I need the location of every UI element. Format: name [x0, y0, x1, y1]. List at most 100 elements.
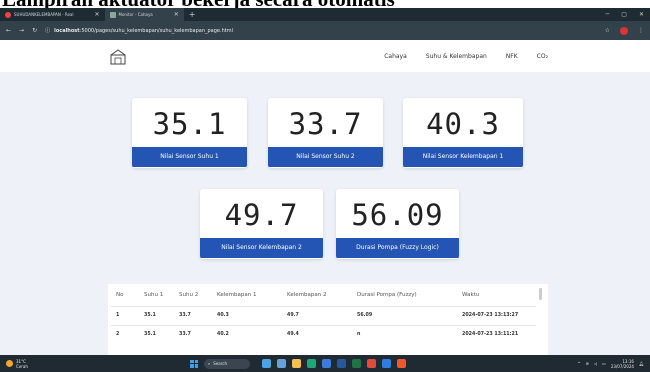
card-label: Nilai Sensor Suhu 2 [268, 147, 383, 167]
vscode-app-icon[interactable] [382, 359, 391, 368]
card-value: 56.09 [351, 198, 444, 232]
widget-app-icon[interactable] [262, 359, 271, 368]
bookmark-star-icon[interactable]: ☆ [605, 27, 610, 34]
search-icon: ⌕ [208, 361, 211, 366]
table-cell: 2024-07-23 13:11:21 [457, 324, 536, 344]
col-header: Kelembapan 1 [217, 291, 257, 298]
new-tab-icon[interactable]: + [184, 10, 201, 19]
table-cell: 40.3 [212, 305, 282, 325]
main-content: 35.1 Nilai Sensor Suhu 1 33.7 Nilai Sens… [0, 73, 650, 355]
table-cell: 40.2 [212, 324, 282, 344]
close-tab-icon[interactable]: ✕ [174, 11, 179, 18]
windows-start-icon[interactable] [190, 359, 198, 368]
excel-app-icon[interactable] [352, 359, 361, 368]
clock-date: 23/07/2024 [610, 363, 634, 369]
pump-duration-card: 56.09 Durasi Pompa (Fuzzy Logic) [336, 189, 459, 259]
site-navbar: Cahaya Suhu & Kelembapan NFK CO₂ [0, 40, 650, 73]
minimize-icon[interactable]: ─ [606, 11, 610, 18]
browser-tab-bar: SUHUDANKELEMBAPAN - Real ✕ Monitor - Cah… [0, 8, 650, 21]
sensor-card-suhu-1: 35.1 Nilai Sensor Suhu 1 [132, 98, 247, 168]
profile-avatar[interactable] [620, 26, 628, 35]
table-cell: 33.7 [174, 305, 212, 325]
forward-icon[interactable]: → [19, 27, 24, 34]
nav-item-nfk[interactable]: NFK [506, 53, 518, 60]
search-placeholder: Search [213, 361, 227, 366]
table-cell: 49.7 [282, 305, 352, 325]
table-cell: 33.7 [174, 324, 212, 344]
clock[interactable]: 13:16 23/07/2024 [611, 359, 634, 369]
card-value: 40.3 [426, 107, 500, 141]
file-explorer-icon[interactable] [292, 359, 301, 368]
nav-item-cahaya[interactable]: Cahaya [384, 53, 407, 60]
close-tab-icon[interactable]: ✕ [94, 11, 99, 18]
sensor-card-kelembapan-2: 49.7 Nilai Sensor Kelembapan 2 [200, 189, 323, 259]
sensor-card-kelembapan-1: 40.3 Nilai Sensor Kelembapan 1 [403, 98, 523, 168]
close-window-icon[interactable]: ✕ [639, 11, 644, 18]
col-header: Suhu 1 [144, 291, 164, 298]
table-cell: 35.1 [139, 305, 174, 325]
weather-widget[interactable]: 31°C Cerah [0, 359, 190, 369]
sun-icon [6, 360, 13, 367]
table-cell: 2024-07-23 13:13:27 [457, 305, 536, 325]
tab-favicon-icon [5, 11, 11, 18]
tab-favicon-icon [109, 11, 116, 18]
table-scrollbar[interactable] [539, 288, 542, 300]
table-cell: 35.1 [139, 324, 174, 344]
document-caption: Lampiran aktuator bekerja secara otomati… [0, 0, 650, 8]
table-cell: 56.09 [352, 305, 457, 325]
table-row: 1 35.1 33.7 40.3 49.7 56.09 2024-07-23 1… [111, 305, 536, 325]
back-icon[interactable]: ← [6, 27, 11, 34]
site-info-icon[interactable]: ⓘ [45, 27, 50, 34]
firefox-browser-icon[interactable] [397, 359, 406, 368]
store-app-icon[interactable] [322, 359, 331, 368]
sensor-card-suhu-2: 33.7 Nilai Sensor Suhu 2 [268, 98, 383, 168]
url-host: localhost [54, 27, 80, 34]
table-row: 2 35.1 33.7 40.2 49.4 n 2024-07-23 13:11… [111, 324, 536, 344]
table-cell: 2 [111, 324, 139, 344]
chevron-up-icon[interactable]: ^ [577, 361, 580, 366]
col-header: Durasi Pompa (Fuzzy) [357, 291, 417, 298]
word-app-icon[interactable] [337, 359, 346, 368]
tab-title: SUHUDANKELEMBAPAN - Real [14, 12, 74, 17]
table-cell: 49.4 [282, 324, 352, 344]
task-view-icon[interactable] [277, 359, 286, 368]
sensor-history-table: No Suhu 1 Suhu 2 Kelembapan 1 Kelembapan… [108, 284, 548, 355]
menu-dots-icon[interactable]: ⋮ [638, 27, 644, 34]
edge-browser-icon[interactable] [307, 359, 316, 368]
os-taskbar: 31°C Cerah ⌕ Search ^ ≋ ◁ ▭ 13:16 23/07/… [0, 355, 650, 372]
maximize-icon[interactable]: ▢ [621, 11, 627, 18]
chrome-browser-icon[interactable] [367, 359, 376, 368]
nav-item-suhu-kelembapan[interactable]: Suhu & Kelembapan [426, 53, 487, 60]
system-tray: ^ ≋ ◁ ▭ 13:16 23/07/2024 🔔︎ [577, 359, 650, 369]
nav-item-co2[interactable]: CO₂ [537, 53, 548, 60]
col-header: Suhu 2 [179, 291, 199, 298]
card-label: Nilai Sensor Suhu 1 [132, 147, 247, 167]
col-header: No [116, 291, 124, 298]
volume-icon[interactable]: ◁ [594, 361, 597, 366]
reload-icon[interactable]: ↻ [32, 27, 37, 34]
table-cell: 1 [111, 305, 139, 325]
card-label: Nilai Sensor Kelembapan 1 [403, 147, 523, 167]
taskbar-apps [262, 359, 406, 368]
card-value: 49.7 [224, 198, 299, 232]
browser-tab[interactable]: SUHUDANKELEMBAPAN - Real ✕ [0, 8, 105, 21]
card-value: 35.1 [152, 107, 227, 141]
tab-title: Monitor - Cahaya [118, 12, 153, 17]
weather-desc: Cerah [16, 363, 28, 369]
wifi-icon[interactable]: ≋ [586, 361, 589, 366]
card-label: Nilai Sensor Kelembapan 2 [200, 238, 323, 258]
taskbar-search[interactable]: ⌕ Search [204, 358, 250, 369]
card-label: Durasi Pompa (Fuzzy Logic) [336, 238, 459, 258]
table-cell: n [352, 324, 457, 344]
address-bar: ← → ↻ ⓘ localhost:5000/pages/suhu_kelemb… [0, 21, 650, 40]
battery-icon[interactable]: ▭ [602, 361, 606, 366]
url-path: :5000/pages/suhu_kelembapan/suhu_kelemba… [79, 27, 233, 34]
col-header: Kelembapan 2 [287, 291, 327, 298]
notification-bell-icon[interactable]: 🔔︎ [639, 361, 644, 366]
col-header: Waktu [462, 291, 480, 298]
greenhouse-logo-icon[interactable] [108, 48, 128, 66]
window-controls: ─ ▢ ✕ [606, 11, 650, 18]
browser-tab-active[interactable]: Monitor - Cahaya ✕ [104, 8, 184, 21]
card-value: 33.7 [288, 107, 363, 141]
url-field[interactable]: ⓘ localhost:5000/pages/suhu_kelembapan/s… [45, 27, 233, 35]
